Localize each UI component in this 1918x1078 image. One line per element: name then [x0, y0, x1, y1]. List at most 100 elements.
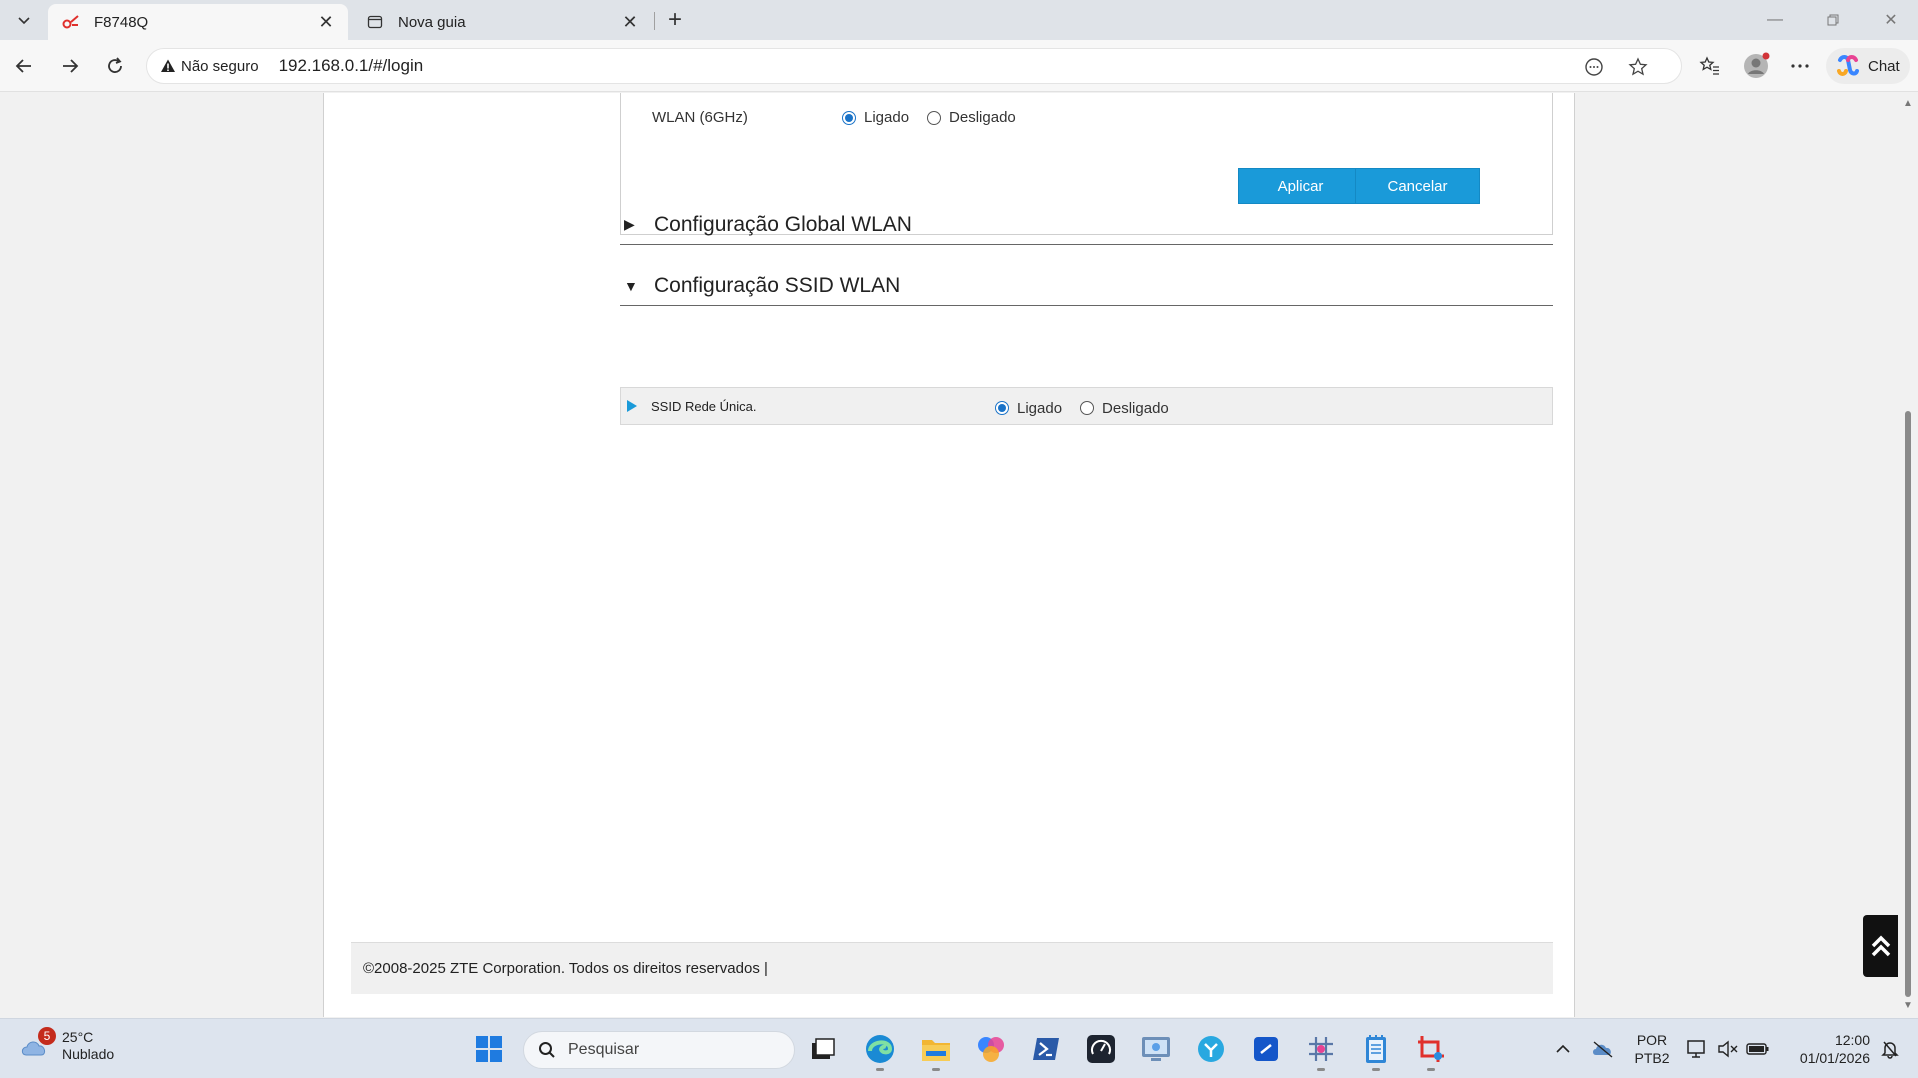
system-clock[interactable]: 12:00 01/01/2026	[1780, 1031, 1870, 1067]
radio-off[interactable]	[1080, 401, 1095, 415]
cancel-button[interactable]: Cancelar	[1355, 168, 1480, 204]
back-to-top-button[interactable]	[1863, 915, 1898, 977]
chevron-down-icon	[18, 17, 30, 25]
more-options-icon[interactable]	[1784, 50, 1816, 82]
search-placeholder: Pesquisar	[568, 1041, 640, 1058]
section-global-wlan[interactable]: ▶ Configuração Global WLAN	[620, 205, 1553, 245]
section-title[interactable]: Configuração SSID WLAN	[654, 274, 900, 298]
ssid-off-option[interactable]: Desligado	[1080, 400, 1169, 417]
language-code: POR	[1636, 1032, 1668, 1048]
url-text[interactable]: 192.168.0.1/#/login	[279, 56, 424, 76]
weather-condition: Nublado	[62, 1046, 115, 1062]
network-icon[interactable]	[1685, 1037, 1709, 1061]
running-indicator	[876, 1068, 884, 1071]
scroll-up-arrow-icon[interactable]: ▲	[1903, 99, 1913, 109]
file-explorer-icon[interactable]	[918, 1031, 954, 1071]
ssid-row-label: SSID Rede Única.	[651, 398, 757, 414]
scroll-down-arrow-icon[interactable]: ▼	[1903, 1001, 1913, 1011]
page-viewport: WLAN (5GHz) WLAN (6GHz) Ligado Desligado…	[0, 93, 1898, 1017]
page-scrollbar[interactable]: ▲ ▼	[1898, 93, 1918, 1017]
volume-muted-icon[interactable]	[1716, 1037, 1740, 1061]
option-label: Ligado	[1017, 399, 1063, 417]
page-footer: ©2008-2025 ZTE Corporation. Todos os dir…	[351, 942, 1553, 994]
security-status-label[interactable]: Não seguro	[181, 58, 259, 75]
ssid-on-option[interactable]: Ligado	[995, 400, 1062, 417]
tab-title: F8748Q	[94, 13, 149, 31]
copilot-icon	[1837, 55, 1859, 76]
copilot-app-icon[interactable]	[973, 1031, 1009, 1067]
close-tab-icon[interactable]: ✕	[620, 12, 640, 32]
taskbar-search-box[interactable]: Pesquisar	[523, 1031, 795, 1069]
close-tab-icon[interactable]: ✕	[316, 12, 336, 32]
notepad-icon[interactable]	[1358, 1031, 1394, 1071]
running-indicator	[1427, 1068, 1435, 1071]
radio-on[interactable]	[995, 401, 1009, 415]
weather-temp: 25°C	[62, 1029, 94, 1045]
section-title[interactable]: Configuração Global WLAN	[654, 213, 912, 237]
forward-icon[interactable]	[54, 50, 86, 82]
option-label: Desligado	[1102, 399, 1169, 417]
speedometer-app-icon[interactable]	[1083, 1031, 1119, 1067]
clock-time: 12:00	[1834, 1032, 1870, 1048]
ssid-single-network-row[interactable]: SSID Rede Única. Ligado Desligado	[620, 387, 1553, 425]
scrollbar-thumb[interactable]	[1905, 411, 1911, 997]
weather-badge: 5	[38, 1027, 56, 1045]
radio-on[interactable]	[842, 110, 856, 125]
router-favicon-icon	[62, 13, 80, 31]
reading-mode-icon[interactable]	[1583, 56, 1605, 78]
address-bar[interactable]: Não seguro 192.168.0.1/#/login	[146, 48, 1682, 84]
tab-router[interactable]: F8748Q ✕	[48, 4, 348, 40]
start-windows-icon[interactable]	[471, 1031, 507, 1067]
option-label: Ligado	[864, 109, 910, 126]
battery-icon[interactable]	[1746, 1037, 1770, 1061]
warning-icon[interactable]	[159, 57, 177, 75]
powershell-icon[interactable]	[1028, 1031, 1064, 1067]
tab-separator	[654, 12, 655, 30]
onedrive-icon[interactable]	[1591, 1037, 1615, 1061]
copyright-text: ©2008-2025 ZTE Corporation. Todos os dir…	[363, 960, 768, 977]
tab-title: Nova guia	[398, 13, 466, 31]
chat-label: Chat	[1868, 57, 1900, 75]
weather-widget[interactable]: 5 25°C Nublado	[18, 1027, 115, 1063]
wlan-6ghz-row: WLAN (6GHz) Ligado Desligado	[652, 109, 1034, 126]
language-indicator[interactable]: POR PTB2	[1632, 1031, 1672, 1067]
blue-app-icon[interactable]	[1248, 1031, 1284, 1067]
snipping-tool-icon[interactable]	[1413, 1031, 1449, 1071]
section-ssid-wlan[interactable]: ▼ Configuração SSID WLAN	[620, 266, 1553, 306]
wlan-6ghz-on-option[interactable]: Ligado	[842, 109, 909, 126]
reload-icon[interactable]	[99, 50, 131, 82]
collapsed-triangle-icon[interactable]: ▶	[624, 216, 640, 233]
tab-new-tab[interactable]: Nova guia ✕	[352, 4, 652, 40]
option-label: Desligado	[949, 109, 1016, 126]
minimize-icon[interactable]: —	[1760, 6, 1790, 34]
back-icon[interactable]	[8, 50, 40, 82]
grid-app-icon[interactable]	[1303, 1031, 1339, 1071]
running-indicator	[1372, 1068, 1380, 1071]
restore-icon[interactable]	[1818, 6, 1848, 34]
expand-row-icon[interactable]	[627, 400, 637, 412]
task-view-icon[interactable]	[805, 1031, 841, 1067]
copilot-chat-button[interactable]: Chat	[1826, 48, 1910, 84]
cloud-icon: 5	[18, 1027, 56, 1061]
remote-desktop-icon[interactable]	[1138, 1031, 1174, 1067]
chevron-up-icon[interactable]	[1551, 1037, 1575, 1061]
expanded-triangle-icon[interactable]: ▼	[624, 278, 640, 294]
wlan-6ghz-off-option[interactable]: Desligado	[927, 109, 1016, 126]
new-tab-button[interactable]: +	[660, 6, 690, 34]
clock-date: 01/01/2026	[1799, 1050, 1870, 1066]
store-app-icon[interactable]	[1193, 1031, 1229, 1067]
favorite-star-icon[interactable]	[1627, 56, 1649, 78]
keyboard-layout: PTB2	[1634, 1050, 1670, 1066]
close-window-icon[interactable]: ✕	[1876, 6, 1906, 34]
tab-actions-menu-button[interactable]	[8, 6, 40, 34]
profile-avatar-icon[interactable]	[1740, 50, 1772, 82]
wlan-6ghz-label: WLAN (6GHz)	[652, 109, 748, 126]
radio-off[interactable]	[927, 110, 942, 125]
running-indicator	[1317, 1068, 1325, 1071]
edge-browser-icon[interactable]	[862, 1031, 898, 1071]
favorites-icon[interactable]	[1694, 50, 1726, 82]
notifications-bell-icon[interactable]	[1878, 1037, 1902, 1061]
new-tab-page-icon	[366, 13, 384, 31]
apply-button[interactable]: Aplicar	[1238, 168, 1363, 204]
double-chevron-up-icon	[1871, 935, 1891, 957]
